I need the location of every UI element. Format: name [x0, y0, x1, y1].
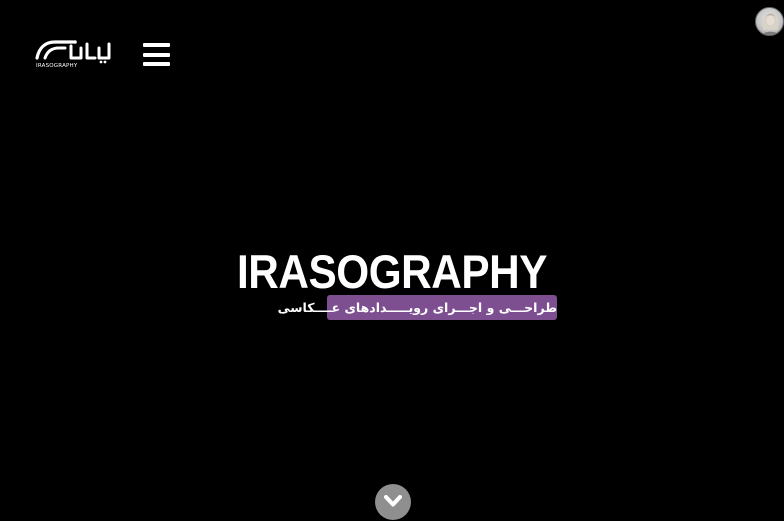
hamburger-icon-bar-middle [143, 52, 170, 57]
logo-mark-icon [35, 40, 111, 64]
site-logo[interactable]: IRASOGRAPHY [35, 38, 113, 72]
chevron-down-icon [384, 495, 402, 507]
hamburger-icon-bar-top [143, 43, 170, 47]
logo-wordmark: IRASOGRAPHY [36, 63, 78, 69]
hamburger-icon-bar-bottom [143, 62, 170, 66]
page: IRASOGRAPHY IRASOGRAPHY طراحـــی و اجـــ… [0, 0, 784, 521]
person-icon [761, 13, 780, 35]
user-avatar[interactable] [755, 7, 784, 36]
scroll-down-button[interactable] [375, 484, 411, 520]
hero-title: IRASOGRAPHY [237, 245, 547, 298]
hamburger-menu-button[interactable] [143, 42, 170, 67]
hero-subtitle-badge: طراحـــی و اجـــرای رویـــــدادهای عــــ… [278, 295, 557, 320]
